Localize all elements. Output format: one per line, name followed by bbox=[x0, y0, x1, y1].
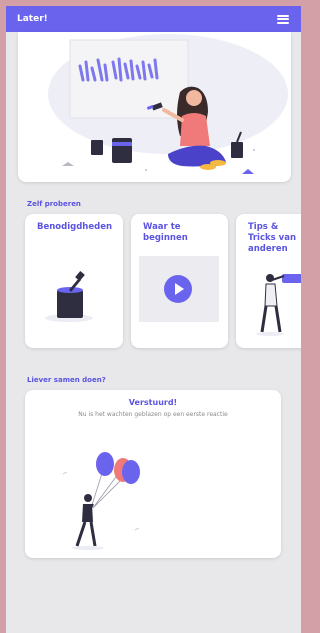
phone-screen: Later! Zelf proberen Benodigdheden Waar … bbox=[6, 6, 301, 633]
card-verstuurd: Verstuurd! Nu is het wachten geblazen op… bbox=[25, 390, 281, 558]
hamburger-menu-icon[interactable] bbox=[277, 14, 289, 24]
card-title: Waar te beginnen bbox=[143, 222, 188, 243]
card-benodigdheden[interactable]: Benodigdheden bbox=[25, 214, 123, 348]
app-title: Later! bbox=[17, 14, 48, 24]
play-icon[interactable] bbox=[164, 275, 192, 303]
app-bar: Later! bbox=[6, 6, 301, 32]
painting-woman-illustration bbox=[48, 34, 288, 174]
section-title-liever-samen-doen: Liever samen doen? bbox=[27, 376, 106, 384]
card-title: Tips & Tricks van anderen bbox=[248, 222, 297, 254]
confirmation-subtitle: Nu is het wachten geblazen op een eerste… bbox=[78, 411, 228, 418]
hero-illustration-card bbox=[18, 32, 291, 182]
paint-bucket-illustration bbox=[45, 271, 93, 322]
card-waar-te-beginnen[interactable]: Waar te beginnen bbox=[131, 214, 228, 348]
card-tips-tricks[interactable]: Tips & Tricks van anderen bbox=[236, 214, 301, 348]
card-title: Benodigdheden bbox=[37, 222, 113, 232]
confirmation-title: Verstuurd! bbox=[128, 398, 178, 407]
section-title-zelf-proberen: Zelf proberen bbox=[27, 200, 81, 208]
